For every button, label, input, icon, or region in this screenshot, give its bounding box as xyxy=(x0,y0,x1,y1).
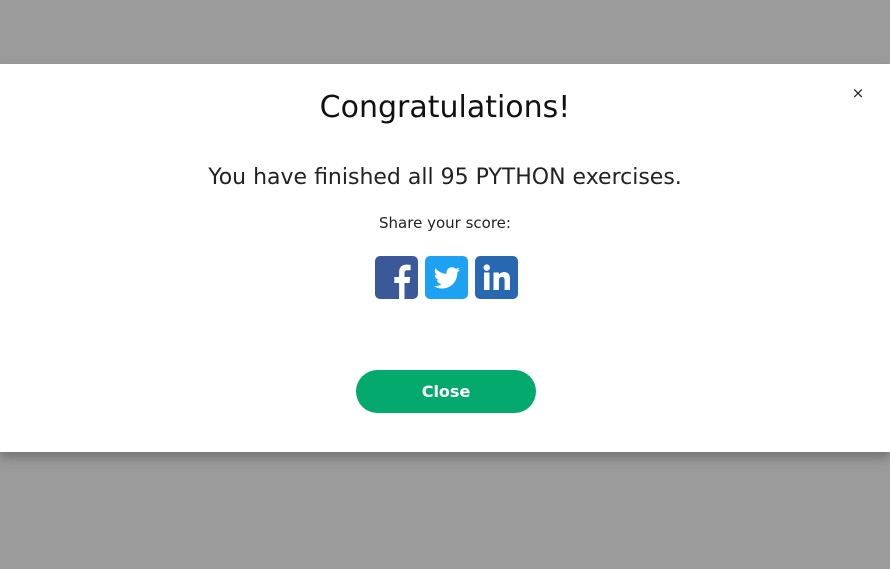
linkedin-share-button[interactable] xyxy=(475,256,518,299)
modal-title: Congratulations! xyxy=(319,90,571,125)
twitter-icon xyxy=(433,267,460,289)
close-button[interactable]: Close xyxy=(356,370,536,413)
completion-message: You have finished all 95 PYTHON exercise… xyxy=(208,165,682,190)
twitter-share-button[interactable] xyxy=(425,256,468,299)
facebook-share-button[interactable] xyxy=(375,256,418,299)
facebook-icon xyxy=(394,264,411,299)
share-label: Share your score: xyxy=(379,214,511,232)
linkedin-icon xyxy=(483,264,510,290)
